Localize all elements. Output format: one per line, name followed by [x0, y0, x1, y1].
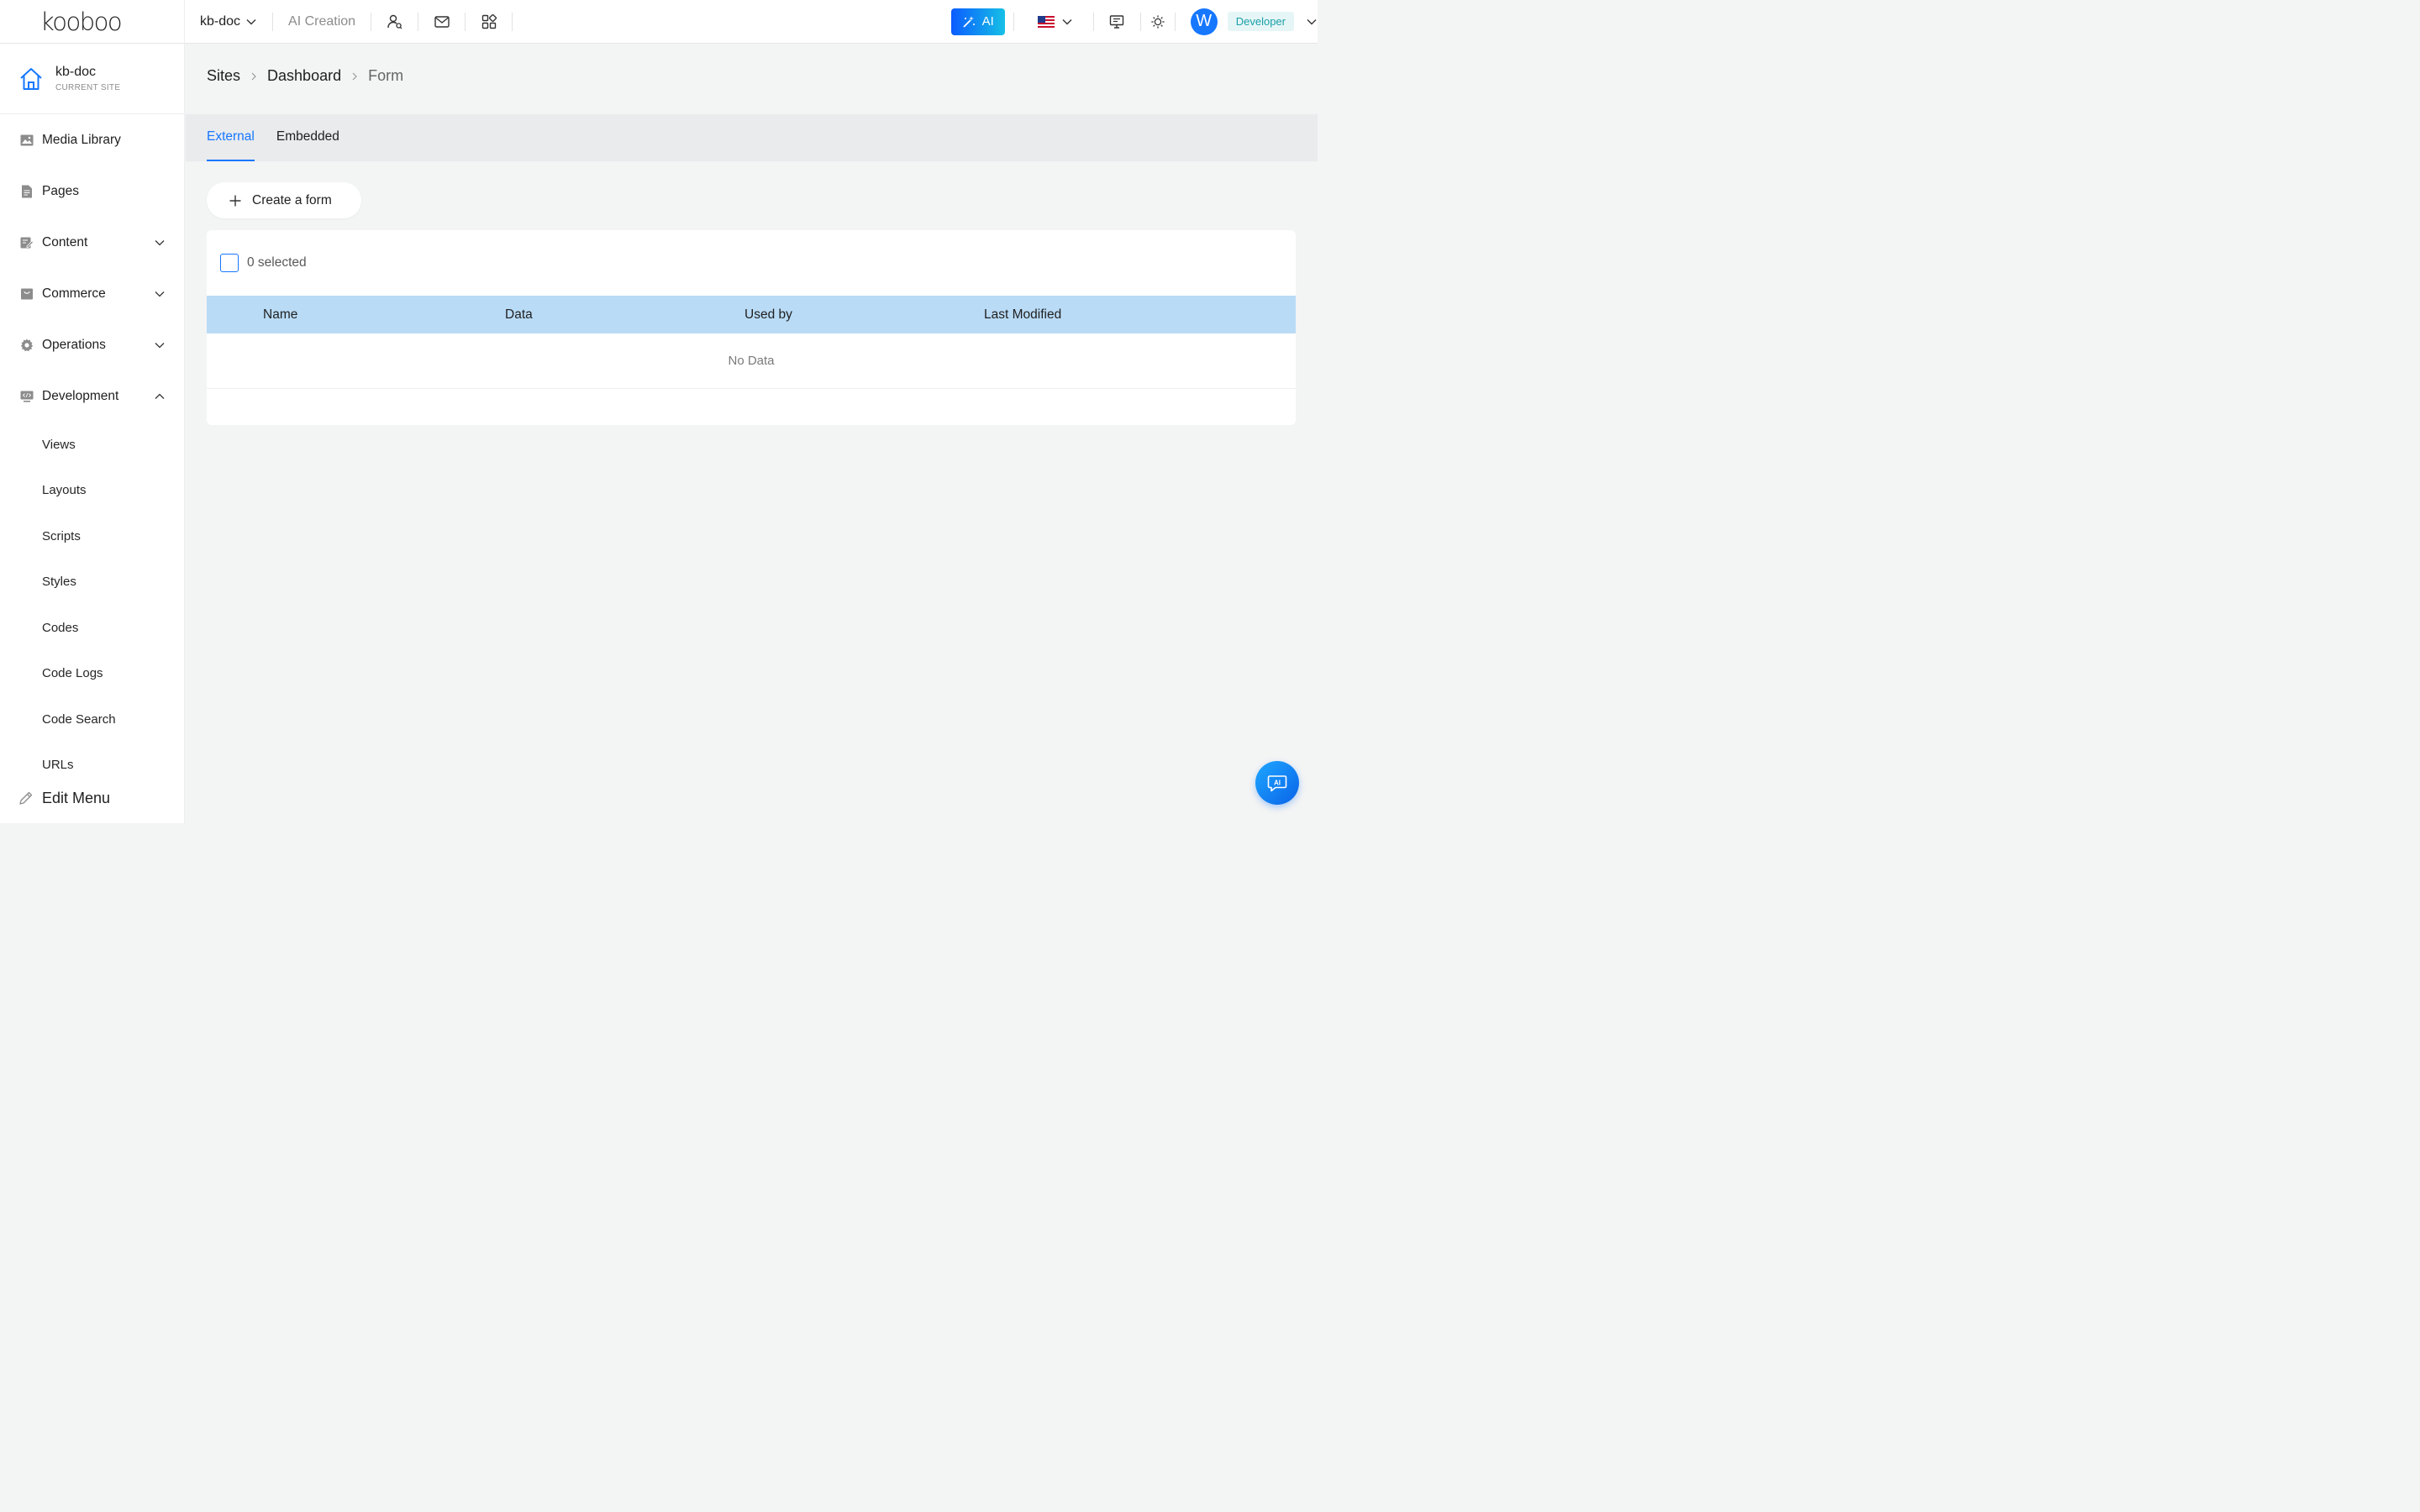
selected-count: 0 selected: [247, 255, 307, 270]
kooboo-logo[interactable]: kooboo: [0, 0, 185, 44]
chevron-down-icon: [155, 291, 165, 297]
sidebar-item-label: Media Library: [42, 132, 121, 147]
ai-button[interactable]: AI: [950, 8, 1005, 35]
breadcrumb-current: Form: [368, 67, 404, 84]
sidebar-item-operations[interactable]: Operations: [0, 319, 184, 370]
breadcrumb: Sites Dashboard Form: [207, 67, 403, 85]
sun-icon[interactable]: [1141, 0, 1175, 44]
edit-menu-label: Edit Menu: [42, 789, 111, 806]
sidebar-item-development[interactable]: Development: [0, 370, 184, 422]
document-icon: [20, 185, 34, 198]
sidebar-subitem-codes[interactable]: Codes: [0, 605, 184, 651]
select-all-checkbox[interactable]: [220, 254, 239, 272]
site-switcher[interactable]: kb-doc: [185, 9, 272, 34]
chevron-down-icon: [1062, 18, 1072, 24]
chevron-down-icon: [246, 18, 256, 24]
sidebar-item-content[interactable]: Content: [0, 217, 184, 268]
divider: [1174, 12, 1176, 31]
current-site-name: kb-doc: [55, 65, 97, 79]
pencil-icon: [19, 791, 33, 805]
home-icon: [20, 67, 42, 90]
language-selector[interactable]: [1014, 0, 1093, 44]
column-used-by[interactable]: Used by: [744, 307, 792, 323]
sidebar-subitem-layouts[interactable]: Layouts: [0, 468, 184, 514]
ai-chat-icon: AI: [1267, 775, 1287, 792]
site-switcher-label: kb-doc: [200, 13, 241, 29]
empty-state: No Data: [207, 333, 1296, 389]
sidebar-item-commerce[interactable]: Commerce: [0, 268, 184, 319]
chevron-up-icon: [155, 393, 165, 399]
column-last-modified[interactable]: Last Modified: [984, 307, 1061, 323]
edit-menu-button[interactable]: Edit Menu: [0, 773, 184, 823]
apps-grid-icon[interactable]: [466, 0, 512, 44]
ai-assistant-button[interactable]: AI: [1255, 761, 1299, 805]
logo-text: kooboo: [40, 7, 123, 36]
sidebar-item-pages[interactable]: Pages: [0, 165, 184, 217]
ai-button-label: AI: [981, 14, 994, 29]
presentation-icon[interactable]: [1094, 0, 1140, 44]
forms-table-panel: 0 selected Name Data Used by Last Modifi…: [207, 230, 1296, 425]
user-avatar[interactable]: W: [1190, 8, 1218, 35]
sidebar-item-label: Commerce: [42, 286, 106, 301]
tab-external[interactable]: External: [207, 114, 255, 161]
edit-content-icon: [20, 236, 34, 249]
column-data[interactable]: Data: [505, 307, 533, 323]
chevron-down-icon: [155, 342, 165, 348]
divider: [512, 12, 513, 31]
magic-wand-icon: [963, 15, 975, 28]
sidebar-item-label: Development: [42, 388, 119, 403]
current-site-caption: CURRENT SITE: [55, 83, 121, 92]
svg-text:AI: AI: [1274, 780, 1281, 787]
sidebar-item-label: Content: [42, 234, 88, 249]
mail-icon[interactable]: [418, 0, 465, 44]
sidebar-subitem-views[interactable]: Views: [0, 422, 184, 468]
sidebar-subitem-styles[interactable]: Styles: [0, 559, 184, 606]
chevron-down-icon: [155, 239, 165, 245]
ai-creation-link[interactable]: AI Creation: [273, 14, 371, 29]
tab-embedded[interactable]: Embedded: [276, 114, 339, 161]
users-icon[interactable]: [371, 0, 418, 44]
sidebar-item-label: Pages: [42, 183, 79, 198]
chevron-down-icon: [1307, 18, 1317, 24]
plus-icon: [229, 195, 241, 206]
gear-icon: [20, 339, 34, 352]
chevron-right-icon: [352, 72, 357, 80]
sidebar: kb-doc CURRENT SITE Media Library Pages …: [0, 44, 185, 823]
role-selector[interactable]: Developer: [1227, 12, 1318, 31]
chevron-right-icon: [251, 72, 256, 80]
current-site[interactable]: kb-doc CURRENT SITE: [0, 44, 184, 114]
sidebar-subitem-code-search[interactable]: Code Search: [0, 696, 184, 743]
top-bar: kooboo kb-doc AI Creation AI W Developer: [0, 0, 1318, 44]
us-flag-icon: [1037, 15, 1055, 28]
sidebar-subitem-scripts[interactable]: Scripts: [0, 513, 184, 559]
selection-row: 0 selected: [207, 230, 1296, 296]
create-form-button[interactable]: Create a form: [207, 182, 361, 218]
tabs-bar: External Embedded: [186, 114, 1318, 161]
create-form-label: Create a form: [252, 192, 332, 207]
role-badge: Developer: [1227, 12, 1294, 31]
breadcrumb-sites[interactable]: Sites: [207, 67, 240, 85]
sidebar-item-label: Operations: [42, 337, 106, 352]
shopping-bag-icon: [20, 287, 34, 301]
image-icon: [20, 134, 34, 147]
code-monitor-icon: [20, 390, 34, 403]
column-name[interactable]: Name: [263, 307, 297, 323]
breadcrumb-dashboard[interactable]: Dashboard: [267, 67, 341, 85]
sidebar-item-media-library[interactable]: Media Library: [0, 114, 184, 165]
sidebar-subitem-code-logs[interactable]: Code Logs: [0, 651, 184, 697]
table-header: Name Data Used by Last Modified: [207, 296, 1296, 333]
